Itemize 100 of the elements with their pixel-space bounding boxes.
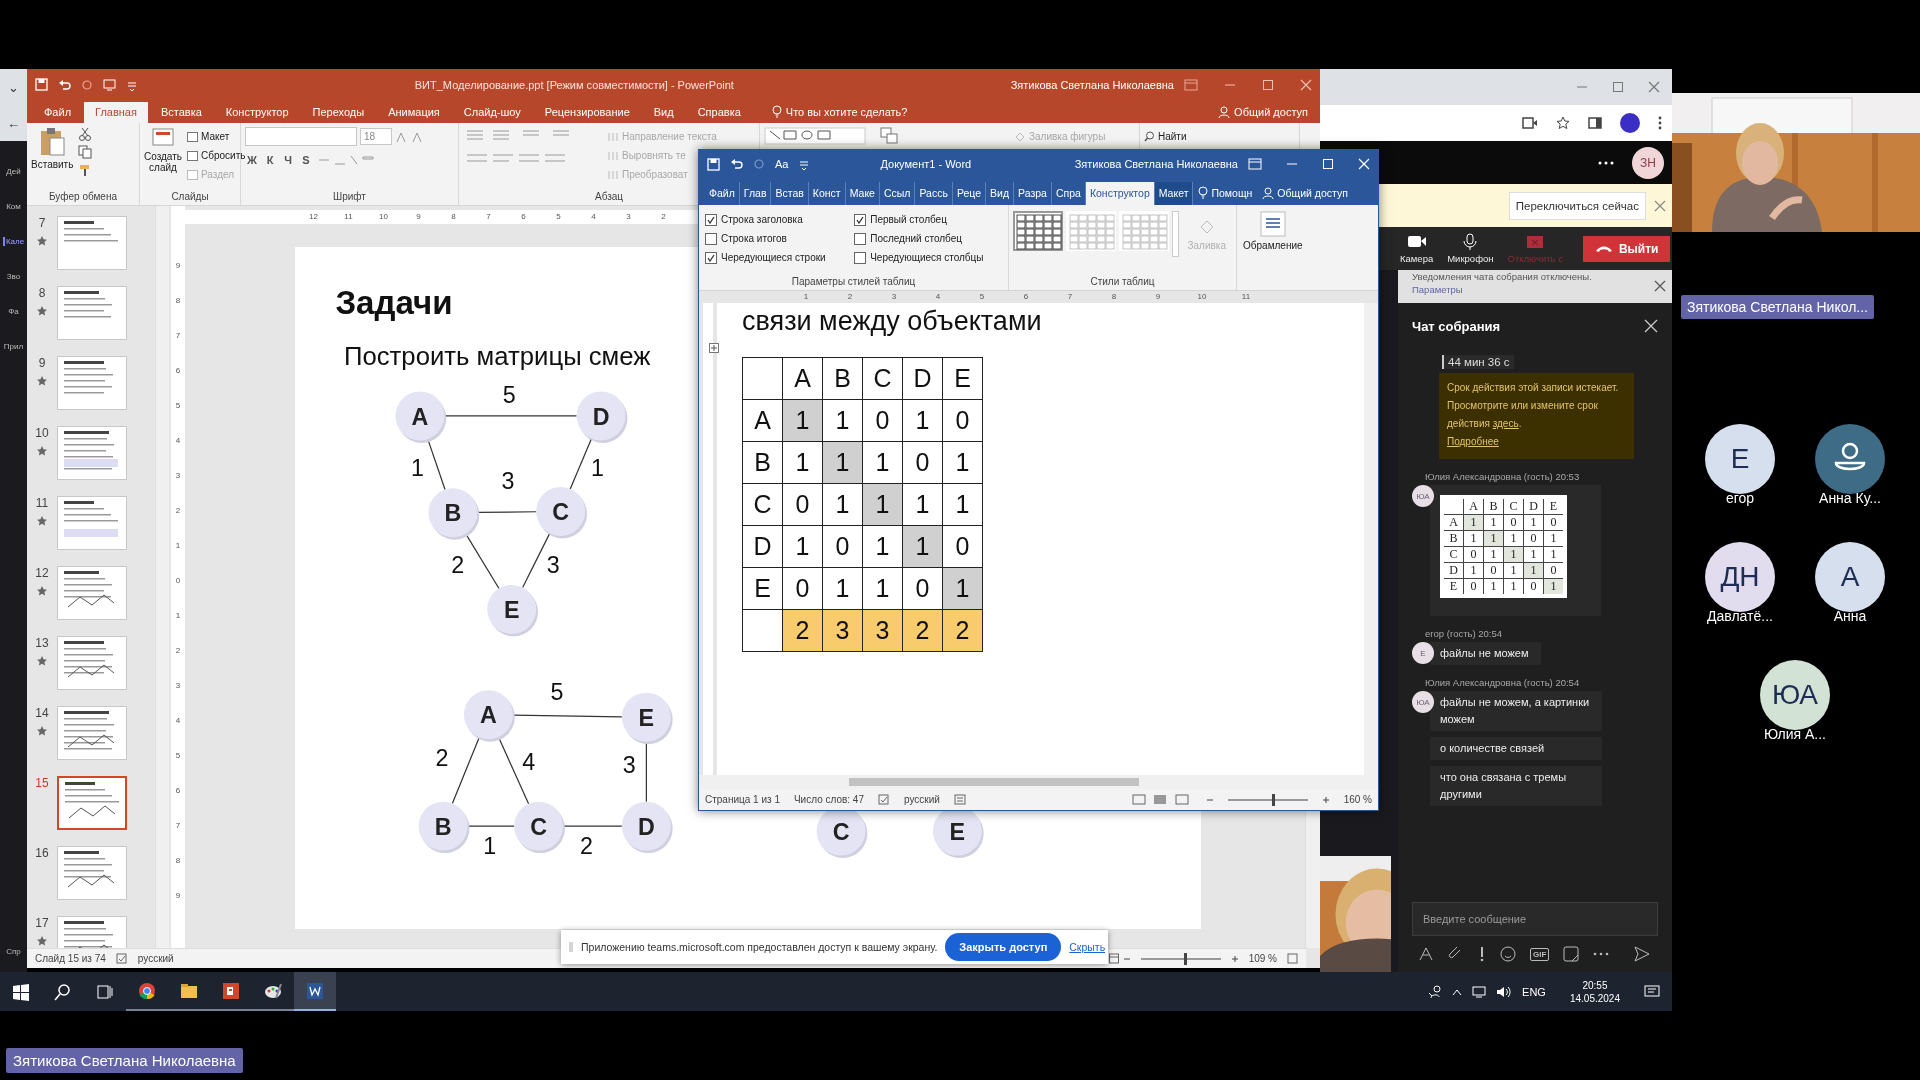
ribbon-tab[interactable]: Вид — [642, 102, 685, 123]
edge-weight: 2 — [579, 833, 593, 860]
help-field[interactable]: Помощн — [1211, 186, 1253, 199]
table-cell: 1 — [1523, 514, 1544, 531]
slide-title: Задачи — [335, 284, 453, 322]
slide-text: Построить матрицы смеж — [343, 341, 651, 370]
table-cell: 0 — [942, 399, 983, 442]
zoom-level[interactable]: 160 % — [1343, 794, 1372, 805]
hide-link[interactable]: Скрыть — [1069, 941, 1106, 953]
table-cell: 2 — [902, 609, 943, 652]
ribbon-tab[interactable]: Слайд-шоу — [452, 102, 532, 123]
format-button[interactable]: S — [299, 154, 313, 166]
graph-node: E — [621, 692, 673, 745]
call-control[interactable]: Камера — [1400, 233, 1434, 264]
checkbox-label: Первый столбец — [870, 214, 947, 225]
table-cell: 0 — [862, 399, 903, 442]
font-menu[interactable]: Aa — [775, 158, 789, 170]
graph-node: B — [418, 801, 470, 854]
table-cell: 1 — [822, 483, 863, 526]
share-link[interactable]: Общий доступ — [1234, 106, 1308, 118]
table-cell: 0 — [1483, 562, 1504, 579]
graph-node: C — [514, 801, 565, 854]
recording-timer: 44 мин 36 с — [1442, 355, 1514, 369]
call-control[interactable]: Микрофон — [1447, 233, 1494, 264]
participant-avatar: Е — [1705, 424, 1775, 494]
ribbon-tab[interactable]: Макет — [1154, 182, 1194, 205]
ribbon-tab[interactable]: Файл — [33, 102, 83, 123]
format-button[interactable]: Ч — [281, 154, 295, 166]
format-button[interactable]: К — [263, 154, 277, 166]
switch-button[interactable]: Переключиться сейчас — [1508, 191, 1646, 220]
table-header: B — [1442, 530, 1464, 547]
ribbon-tab[interactable]: Переходы — [301, 102, 376, 123]
tell-me-field[interactable]: Что вы хотите сделать? — [785, 105, 908, 118]
rail-item[interactable]: Кале — [2, 237, 25, 246]
table-cell: 1 — [1463, 530, 1484, 547]
table-cell: 1 — [822, 567, 863, 610]
word-count: Число слов: 47 — [793, 794, 864, 805]
ribbon-tab[interactable]: Конструктор — [214, 102, 300, 123]
ruler-number: 2 — [660, 211, 667, 223]
rail-item[interactable]: Фа — [8, 307, 19, 316]
ribbon-button[interactable]: Сбросить — [187, 146, 246, 165]
share-link[interactable]: Общий доступ — [1277, 187, 1348, 199]
ribbon-tab[interactable]: Рецензирование — [533, 102, 641, 123]
slide-counter: Слайд 15 из 74 — [35, 953, 106, 964]
group-label: Шрифт — [333, 191, 366, 204]
paste-button[interactable]: Вставить — [31, 127, 74, 170]
rail-item[interactable]: Ком — [6, 202, 21, 211]
rail-item[interactable]: Прил — [3, 342, 24, 351]
rail-item[interactable]: Спр — [6, 947, 21, 956]
language-label: русский — [137, 953, 174, 964]
table-cell: 1 — [1503, 562, 1524, 579]
ruler-number: 6 — [1022, 291, 1030, 303]
table-cell: 1 — [1483, 546, 1504, 563]
here-link[interactable]: здесь — [1492, 418, 1519, 429]
table-header: B — [1483, 497, 1504, 515]
slide-number: 7 — [38, 216, 46, 230]
find-button[interactable]: Найти — [1144, 127, 1187, 146]
ribbon-tab[interactable]: Справка — [686, 102, 752, 123]
format-button[interactable]: Ж — [245, 154, 259, 166]
table-header: D — [742, 525, 783, 568]
user-avatar[interactable]: ЗН — [1632, 146, 1664, 179]
ruler-number: 2 — [175, 645, 181, 657]
table-cell: 1 — [942, 567, 983, 610]
table-cell: 0 — [782, 567, 823, 610]
table-cell: 1 — [902, 399, 943, 442]
ruler-number: 2 — [846, 291, 854, 303]
window-title: ВИТ_Моделирование.ppt [Режим совместимости] - PowerPoint — [413, 78, 735, 91]
zoom-level[interactable]: 109 % — [1248, 953, 1277, 964]
edge-weight: 1 — [483, 833, 497, 860]
notification-text: Уведомления чата собрания отключены. — [1412, 270, 1592, 283]
user-name: Зятикова Светлана Николаевна — [1010, 78, 1174, 91]
rail-item[interactable]: Дей — [6, 167, 21, 176]
table-cell: 0 — [1503, 514, 1524, 531]
ruler-number: 6 — [175, 365, 181, 377]
ribbon-button[interactable]: Макет — [187, 127, 246, 146]
new-slide-button[interactable]: Создать слайд — [144, 127, 182, 173]
table-header: B — [822, 357, 863, 400]
graph-node: A — [463, 690, 515, 742]
ribbon-tab[interactable]: Конструктор — [1085, 182, 1155, 205]
nav-glyph[interactable]: ← — [7, 115, 20, 131]
more-link[interactable]: Подробнее — [1447, 436, 1499, 447]
ribbon-tab[interactable]: Анимация — [377, 102, 451, 123]
message-meta: Юлия Александровна (гость) 20:54 — [1425, 677, 1581, 688]
stop-sharing-button[interactable]: Закрыть доступ — [945, 933, 1062, 961]
borders-button[interactable]: Обрамление — [1237, 205, 1309, 290]
slide-number: 17 — [35, 916, 49, 930]
font-size-field[interactable]: 18 — [360, 128, 392, 145]
nav-glyph[interactable]: ⌄ — [8, 79, 19, 95]
rail-item[interactable]: Зво — [6, 272, 21, 281]
settings-link[interactable]: Параметры — [1412, 283, 1592, 297]
ribbon-tab[interactable]: Вставка — [149, 102, 213, 123]
clock-date[interactable]: 14.05.2024 — [1569, 991, 1620, 1005]
gif-button[interactable]: GIF — [1530, 947, 1550, 961]
table-cell: 1 — [942, 483, 983, 526]
slide-number: 9 — [38, 356, 46, 370]
clock-time[interactable]: 20:55 — [1582, 978, 1608, 992]
message-field[interactable]: Введите сообщение — [1412, 902, 1658, 936]
ribbon-tab[interactable]: Главная — [84, 102, 148, 123]
leave-button[interactable]: Выйти — [1582, 235, 1671, 262]
language-indicator[interactable]: ENG — [1522, 985, 1546, 998]
